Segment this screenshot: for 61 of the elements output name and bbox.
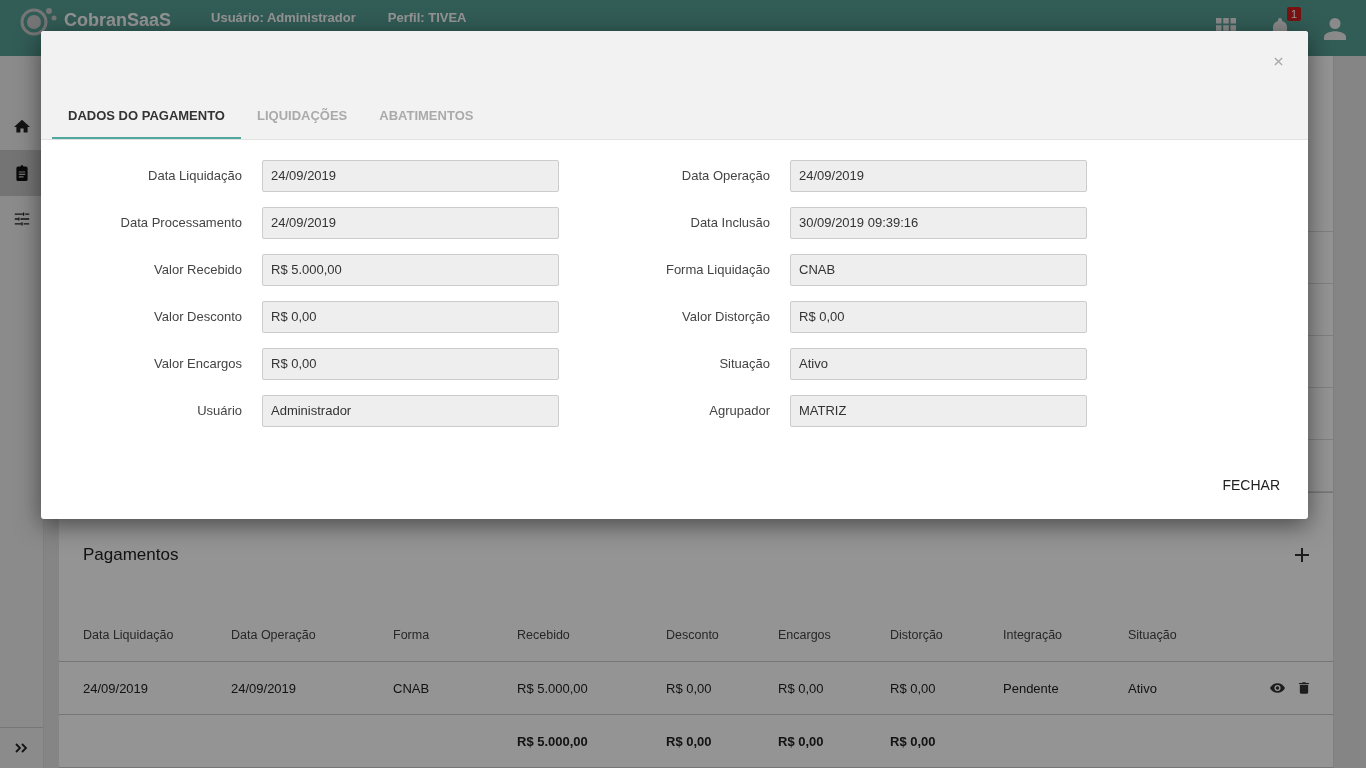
input-field[interactable]: MATRIZ xyxy=(790,394,1087,427)
input-field[interactable]: 24/09/2019 xyxy=(262,159,559,192)
notification-badge: 1 xyxy=(1287,7,1302,21)
input-field[interactable]: 24/09/2019 xyxy=(262,206,559,239)
close-button[interactable]: FECHAR xyxy=(1214,471,1288,499)
input-field[interactable]: Administrador xyxy=(262,394,559,427)
column-header: Data Operação xyxy=(231,628,317,642)
clipboard-icon xyxy=(13,165,30,181)
total-cell-text: R$ 0,00 xyxy=(890,733,937,749)
field-label: Data Operação xyxy=(680,168,770,183)
input-field[interactable]: R$ 0,00 xyxy=(262,347,559,380)
table-cell-text: CNAB xyxy=(393,680,431,696)
field-label: Agrupador xyxy=(708,403,770,418)
input-field[interactable]: Ativo xyxy=(790,347,1087,380)
trash-icon[interactable] xyxy=(1299,682,1309,694)
input-field[interactable]: R$ 0,00 xyxy=(262,300,559,333)
total-cell-text: R$ 0,00 xyxy=(778,733,825,749)
table-cell-text: Ativo xyxy=(1128,680,1158,696)
column-header: Forma xyxy=(393,628,431,642)
table-cell-text: R$ 0,00 xyxy=(890,680,937,696)
home-icon xyxy=(13,119,30,135)
column-header: Integração xyxy=(1003,628,1064,642)
table-cell-text: 24/09/2019 xyxy=(83,680,150,696)
table-cell-text: 24/09/2019 xyxy=(231,680,298,696)
sliders-icon xyxy=(13,211,30,227)
field-label: Valor Distorção xyxy=(681,309,770,324)
input-field[interactable]: R$ 0,00 xyxy=(790,300,1087,333)
field-label: Data Liquidação xyxy=(147,168,242,183)
app-logo: CobranSaaS xyxy=(64,9,172,31)
total-cell-text: R$ 0,00 xyxy=(666,733,713,749)
input-field[interactable]: 30/09/2019 09:39:16 xyxy=(790,206,1087,239)
nav-item[interactable] xyxy=(0,150,43,196)
field-label: Valor Recebido xyxy=(153,262,242,277)
column-header: Distorção xyxy=(890,628,944,642)
column-header: Situação xyxy=(1128,628,1178,642)
column-header: Encargos xyxy=(778,628,832,642)
double-chevron-icon[interactable] xyxy=(14,743,29,753)
input-field[interactable]: CNAB xyxy=(790,253,1087,286)
field-label: Valor Encargos xyxy=(153,356,242,371)
table-cell-text: R$ 0,00 xyxy=(778,680,825,696)
section-title: Pagamentos xyxy=(83,545,179,565)
field-label: Data Processamento xyxy=(119,215,242,230)
eye-icon[interactable] xyxy=(1270,683,1285,693)
total-cell-text: R$ 5.000,00 xyxy=(517,733,589,749)
input-field[interactable]: 24/09/2019 xyxy=(790,159,1087,192)
table-cell-text: R$ 0,00 xyxy=(666,680,713,696)
tab[interactable]: DADOS DO PAGAMENTO xyxy=(52,93,241,139)
field-label: Forma Liquidação xyxy=(664,262,770,277)
input-field[interactable]: R$ 5.000,00 xyxy=(262,253,559,286)
add-icon[interactable] xyxy=(1295,548,1309,562)
profile-info: Perfil: TIVEA xyxy=(387,9,467,25)
column-header: Desconto xyxy=(666,628,720,642)
table-cell-text: Pendente xyxy=(1003,680,1060,696)
field-label: Usuário xyxy=(196,403,242,418)
field-label: Data Inclusão xyxy=(689,215,770,230)
user-info: Usuário: Administrador xyxy=(211,9,356,25)
column-header: Recebido xyxy=(517,628,571,642)
field-label: Situação xyxy=(718,356,770,371)
field-label: Valor Desconto xyxy=(153,309,242,324)
column-header: Data Liquidação xyxy=(83,628,175,642)
table-cell-text: R$ 5.000,00 xyxy=(517,680,589,696)
